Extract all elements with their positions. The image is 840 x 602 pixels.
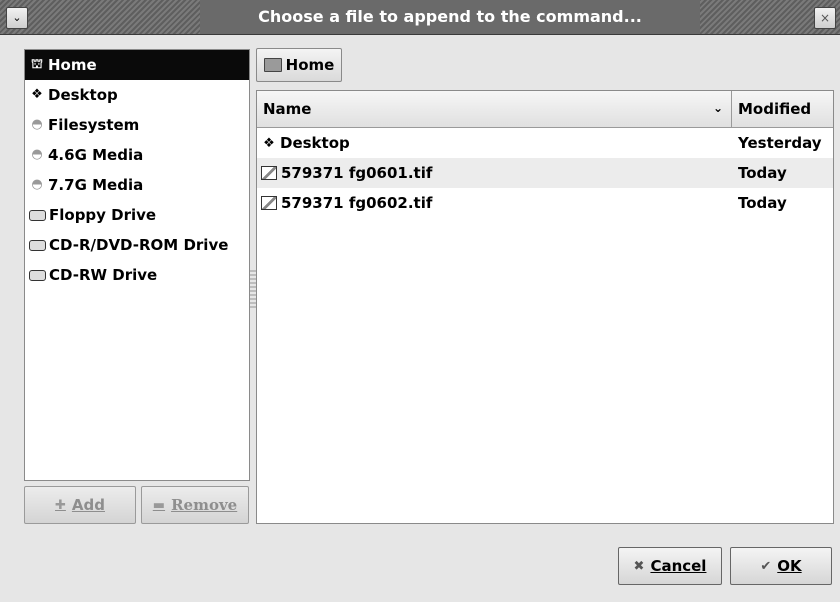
file-list-header: Name ⌄ Modified — [257, 91, 833, 128]
sidebar-item-7-7g-media[interactable]: ◓ 7.7G Media — [25, 170, 249, 200]
path-button-home[interactable]: Home — [256, 48, 342, 82]
desktop-folder-icon: ❖ — [263, 135, 275, 151]
window-menu-button[interactable]: ⌄ — [6, 7, 28, 29]
sidebar-item-filesystem[interactable]: ◓ Filesystem — [25, 110, 249, 140]
file-row[interactable]: 579371 fg0601.tif Today — [257, 158, 833, 188]
window-title: Choose a file to append to the command..… — [200, 0, 700, 34]
cancel-button[interactable]: ✖ Cancel — [618, 547, 722, 585]
checkmark-icon: ✔ — [760, 558, 772, 574]
file-modified: Today — [738, 194, 787, 212]
sidebar-item-cd-dvd-rom-drive[interactable]: CD-R/DVD-ROM Drive — [25, 230, 249, 260]
file-name: Desktop — [280, 134, 350, 152]
column-modified-label: Modified — [738, 100, 812, 118]
title-bar[interactable]: ⌄ Choose a file to append to the command… — [0, 0, 840, 35]
add-icon: ✚ — [55, 497, 66, 513]
drive-icon — [29, 209, 46, 221]
column-header-name[interactable]: Name ⌄ — [257, 91, 732, 127]
drive-icon — [29, 239, 46, 251]
image-file-icon — [261, 166, 277, 180]
path-button-label: Home — [285, 56, 335, 74]
cancel-icon: ✖ — [633, 558, 645, 574]
sidebar-item-home[interactable]: ⛫ Home — [25, 50, 249, 80]
file-row[interactable]: 579371 fg0602.tif Today — [257, 188, 833, 218]
remove-bookmark-button[interactable]: ▬ Remove — [141, 486, 249, 524]
file-name: 579371 fg0602.tif — [281, 194, 433, 212]
sidebar-item-label: Filesystem — [48, 116, 140, 134]
file-name: 579371 fg0601.tif — [281, 164, 433, 182]
sort-arrow-icon: ⌄ — [712, 101, 723, 115]
add-bookmark-button[interactable]: ✚ Add — [24, 486, 136, 524]
sidebar-item-label: Floppy Drive — [49, 206, 157, 224]
window-close-button[interactable]: × — [814, 7, 836, 29]
sidebar-item-label: 7.7G Media — [48, 176, 144, 194]
sidebar-item-cd-rw-drive[interactable]: CD-RW Drive — [25, 260, 249, 290]
media-icon: ◓ — [31, 177, 43, 192]
file-row[interactable]: ❖ Desktop Yesterday — [257, 128, 833, 158]
remove-icon: ▬ — [152, 497, 166, 513]
drive-icon — [29, 269, 46, 281]
file-list: Name ⌄ Modified ❖ Desktop Yesterday 5793… — [256, 90, 834, 524]
home-folder-icon — [263, 58, 282, 72]
media-icon: ◓ — [31, 147, 43, 162]
column-name-label: Name — [263, 100, 312, 118]
sidebar-item-label: Desktop — [48, 86, 118, 104]
desktop-icon: ❖ — [31, 87, 43, 102]
column-header-modified[interactable]: Modified — [732, 91, 833, 127]
file-modified: Yesterday — [738, 134, 822, 152]
file-chooser-dialog: ⌄ Choose a file to append to the command… — [0, 0, 840, 602]
sidebar-item-label: CD-RW Drive — [49, 266, 158, 284]
file-modified: Today — [738, 164, 787, 182]
sidebar-item-4-6g-media[interactable]: ◓ 4.6G Media — [25, 140, 249, 170]
add-button-label: Add — [71, 496, 105, 514]
sidebar-item-label: Home — [48, 56, 97, 74]
cancel-button-label: Cancel — [650, 557, 707, 575]
home-icon: ⛫ — [31, 57, 43, 72]
sidebar-item-label: CD-R/DVD-ROM Drive — [49, 236, 229, 254]
filesystem-icon: ◓ — [31, 117, 43, 132]
ok-button[interactable]: ✔ OK — [730, 547, 832, 585]
sidebar-item-floppy-drive[interactable]: Floppy Drive — [25, 200, 249, 230]
remove-button-label: Remove — [171, 496, 238, 514]
places-sidebar: ⛫ Home ❖ Desktop ◓ Filesystem ◓ 4.6G Med… — [24, 49, 250, 481]
sidebar-item-label: 4.6G Media — [48, 146, 144, 164]
sidebar-item-desktop[interactable]: ❖ Desktop — [25, 80, 249, 110]
ok-button-label: OK — [777, 557, 802, 575]
image-file-icon — [261, 196, 277, 210]
